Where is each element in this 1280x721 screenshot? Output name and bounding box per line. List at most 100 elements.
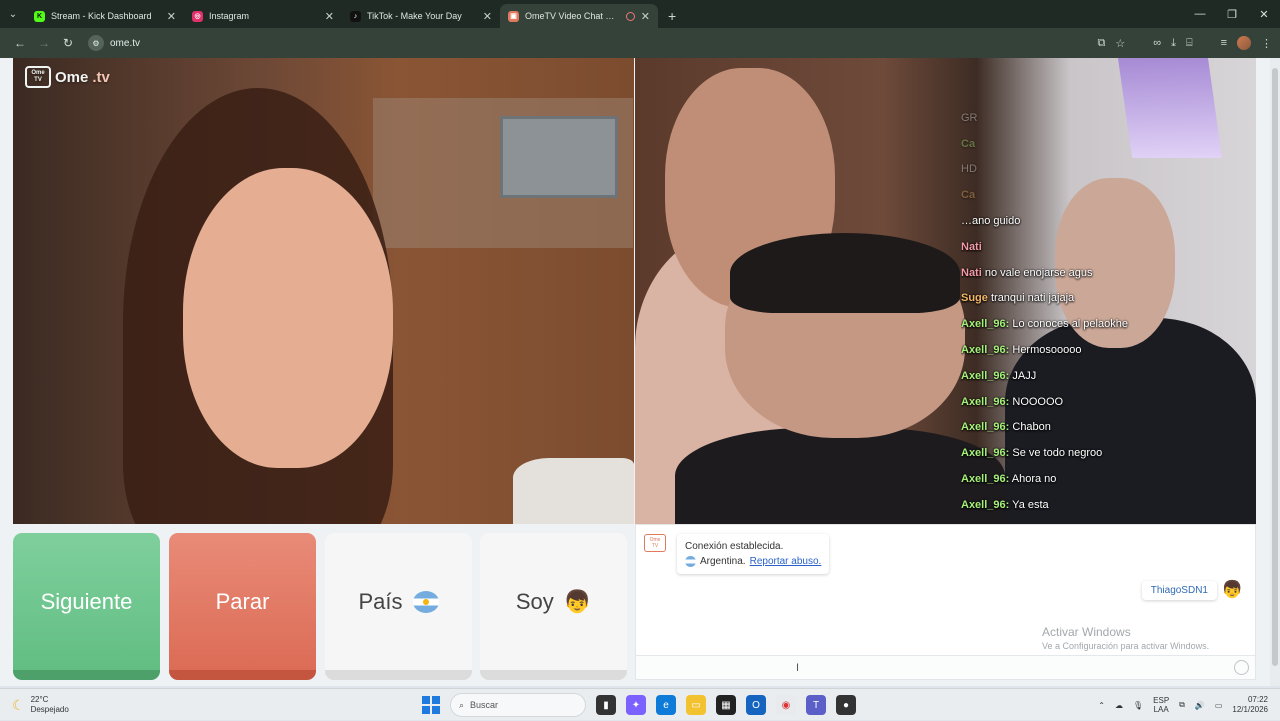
site-info-icon[interactable]: ⚙ bbox=[88, 35, 104, 51]
network-icon[interactable]: ⧉ bbox=[1179, 700, 1185, 710]
new-tab-button[interactable]: + bbox=[658, 8, 686, 28]
overlay-chat-line bbox=[961, 80, 1251, 106]
reading-list-icon[interactable]: ≡ bbox=[1221, 37, 1227, 49]
keyboard-layout: LAA bbox=[1153, 705, 1169, 714]
tab-instagram[interactable]: ◎ Instagram ✕ bbox=[184, 4, 342, 28]
overlay-chat-text: no vale enojarse agus bbox=[984, 266, 1093, 279]
overlay-chat-line: Suge tranqui nati jajaja bbox=[961, 286, 1251, 312]
stop-button-label: Parar bbox=[215, 588, 270, 614]
overlay-chat-user: Axell_96: bbox=[961, 421, 1010, 434]
taskbar-search[interactable]: ⌕ Buscar bbox=[450, 693, 586, 717]
file-explorer-icon[interactable]: ▭ bbox=[686, 695, 706, 715]
language-indicator[interactable]: ESP LAA bbox=[1153, 696, 1169, 714]
text-chat-panel: Ome TV Conexión establecida. Argentina. … bbox=[635, 524, 1256, 680]
partner-country-line: Argentina. Reportar abuso. bbox=[685, 554, 821, 569]
close-tab-icon[interactable]: ✕ bbox=[483, 10, 492, 23]
local-video-feed: Ome TV Ome .tv bbox=[13, 58, 634, 524]
microphone-icon[interactable]: 🎙 bbox=[1133, 701, 1143, 710]
moon-icon: ☾ bbox=[12, 696, 25, 713]
recorder-icon[interactable]: ● bbox=[836, 695, 856, 715]
message-input[interactable]: I bbox=[636, 655, 1255, 679]
tab-kick[interactable]: K Stream - Kick Dashboard ✕ bbox=[26, 4, 184, 28]
tray-chevron-icon[interactable]: ⌃ bbox=[1098, 701, 1105, 710]
overlay-chat-text: …ano guido bbox=[961, 214, 1021, 227]
boy-emoji-icon: 👦 bbox=[563, 588, 592, 614]
page-scrollbar[interactable] bbox=[1270, 58, 1280, 686]
overlay-chat-user: Axell_96: bbox=[961, 318, 1010, 331]
chrome-icon[interactable]: ◉ bbox=[776, 695, 796, 715]
battery-icon[interactable]: ▭ bbox=[1215, 701, 1223, 710]
recording-indicator-icon bbox=[625, 11, 635, 21]
forward-icon[interactable]: → bbox=[32, 36, 56, 50]
overlay-chat-user: Axell_96: bbox=[961, 472, 1010, 485]
toolbar-actions: ⧉ ☆ ∞ ⤓ ⌸ ≡ ⋮ bbox=[1098, 36, 1272, 50]
windows-start-icon[interactable] bbox=[422, 696, 440, 714]
overlay-chat-user: Axell_96: bbox=[961, 395, 1010, 408]
close-tab-icon[interactable]: ✕ bbox=[641, 10, 650, 23]
download-icon[interactable]: ⤓ bbox=[1171, 37, 1176, 50]
install-app-icon[interactable]: ⧉ bbox=[1098, 37, 1106, 50]
tab-title: OmeTV Video Chat — Omegle Alternative bbox=[525, 11, 620, 21]
close-window-icon[interactable]: ✕ bbox=[1248, 0, 1280, 28]
ometv-icon: ▣ bbox=[508, 10, 519, 22]
overlay-chat-user: Ca bbox=[961, 189, 976, 202]
close-tab-icon[interactable]: ✕ bbox=[167, 10, 176, 23]
tab-tiktok[interactable]: ♪ TikTok - Make Your Day ✕ bbox=[342, 4, 500, 28]
background-tv bbox=[500, 116, 618, 198]
task-view-icon[interactable]: ▮ bbox=[596, 695, 616, 715]
next-button[interactable]: Siguiente bbox=[13, 533, 160, 680]
overlay-chat-user: Axell_96: bbox=[961, 447, 1010, 460]
back-icon[interactable]: ← bbox=[8, 36, 32, 50]
windows-taskbar: ☾ 22°C Despejado ⌕ Buscar ▮ ✦ e ▭ ▦ O ◉ … bbox=[0, 688, 1280, 720]
emoji-icon[interactable] bbox=[1234, 660, 1249, 675]
more-menu-icon[interactable]: ⋮ bbox=[1261, 37, 1272, 50]
close-tab-icon[interactable]: ✕ bbox=[325, 10, 334, 23]
maximize-icon[interactable]: ❐ bbox=[1216, 0, 1248, 28]
copilot-icon[interactable]: ✦ bbox=[626, 695, 646, 715]
overlay-chat-line: Axell_96: JAJJ bbox=[961, 364, 1251, 390]
overlay-chat-text: Ahora no bbox=[1011, 472, 1057, 485]
overlay-chat-line: Axell_96: Lo conoces al pelaokhe bbox=[961, 312, 1251, 338]
onedrive-cloud-icon[interactable]: ☁ bbox=[1115, 701, 1123, 710]
teams-icon[interactable]: T bbox=[806, 695, 826, 715]
overlay-chat-text: tranqui nati jajaja bbox=[990, 292, 1075, 305]
overlay-chat-line: GR bbox=[961, 106, 1251, 132]
ometv-logo: Ome TV Ome .tv bbox=[25, 66, 110, 88]
overlay-chat-user: Nati bbox=[961, 266, 982, 279]
tab-search-chevron-icon[interactable]: ⌄ bbox=[0, 0, 26, 28]
country-selector-button[interactable]: País bbox=[325, 533, 472, 680]
clock[interactable]: 07:22 12/1/2026 bbox=[1232, 695, 1268, 715]
translate-icon[interactable]: ⌸ bbox=[1186, 37, 1193, 50]
overlay-chat-user: Axell_96: bbox=[961, 343, 1010, 356]
report-abuse-link[interactable]: Reportar abuso. bbox=[750, 554, 822, 569]
stream-chat-overlay: GR Ca HD Ca …ano guido Nati Nati no vale en… bbox=[961, 80, 1251, 519]
overlay-chat-line: Axell_96: Chabon bbox=[961, 415, 1251, 441]
overlay-chat-text: Lo conoces al pelaokhe bbox=[1012, 318, 1128, 331]
overlay-chat-text: Se ve todo negroo bbox=[1012, 447, 1103, 460]
windows-activation-watermark: Activar Windows Ve a Configuración para … bbox=[1042, 625, 1209, 651]
person-2-shirt bbox=[675, 428, 1005, 524]
overlay-chat-line: Nati no vale enojarse agus bbox=[961, 261, 1251, 287]
reload-icon[interactable]: ↻ bbox=[56, 36, 80, 50]
system-message: Conexión establecida. Argentina. Reporta… bbox=[677, 534, 830, 574]
outlook-icon[interactable]: O bbox=[746, 695, 766, 715]
overlay-chat-user: Suge bbox=[961, 292, 988, 305]
ometv-badge-icon: Ome TV bbox=[25, 66, 51, 88]
bookmark-star-icon[interactable]: ☆ bbox=[1115, 37, 1125, 50]
stop-button[interactable]: Parar bbox=[169, 533, 316, 680]
system-tray: ⌃ ☁ 🎙 ESP LAA ⧉ 🔊 ▭ 07:22 12/1/2026 bbox=[1098, 689, 1268, 721]
instagram-icon: ◎ bbox=[192, 10, 203, 22]
volume-icon[interactable]: 🔊 bbox=[1195, 701, 1205, 710]
scrollbar-thumb[interactable] bbox=[1272, 68, 1278, 666]
tab-ometv[interactable]: ▣ OmeTV Video Chat — Omegle Alternative … bbox=[500, 4, 658, 28]
address-bar[interactable]: ⚙ ome.tv bbox=[88, 35, 140, 51]
weather-widget[interactable]: ☾ 22°C Despejado bbox=[0, 695, 69, 715]
profile-avatar[interactable] bbox=[1237, 36, 1251, 50]
argentina-flag-icon bbox=[412, 590, 439, 613]
edge-icon[interactable]: e bbox=[656, 695, 676, 715]
gender-selector-button[interactable]: Soy 👦 bbox=[480, 533, 627, 680]
store-icon[interactable]: ▦ bbox=[716, 695, 736, 715]
incognito-glasses-icon[interactable]: ∞ bbox=[1153, 37, 1161, 49]
browser-toolbar: ← → ↻ ⚙ ome.tv ⧉ ☆ ∞ ⤓ ⌸ ≡ ⋮ bbox=[0, 28, 1280, 58]
minimize-icon[interactable]: — bbox=[1184, 0, 1216, 28]
